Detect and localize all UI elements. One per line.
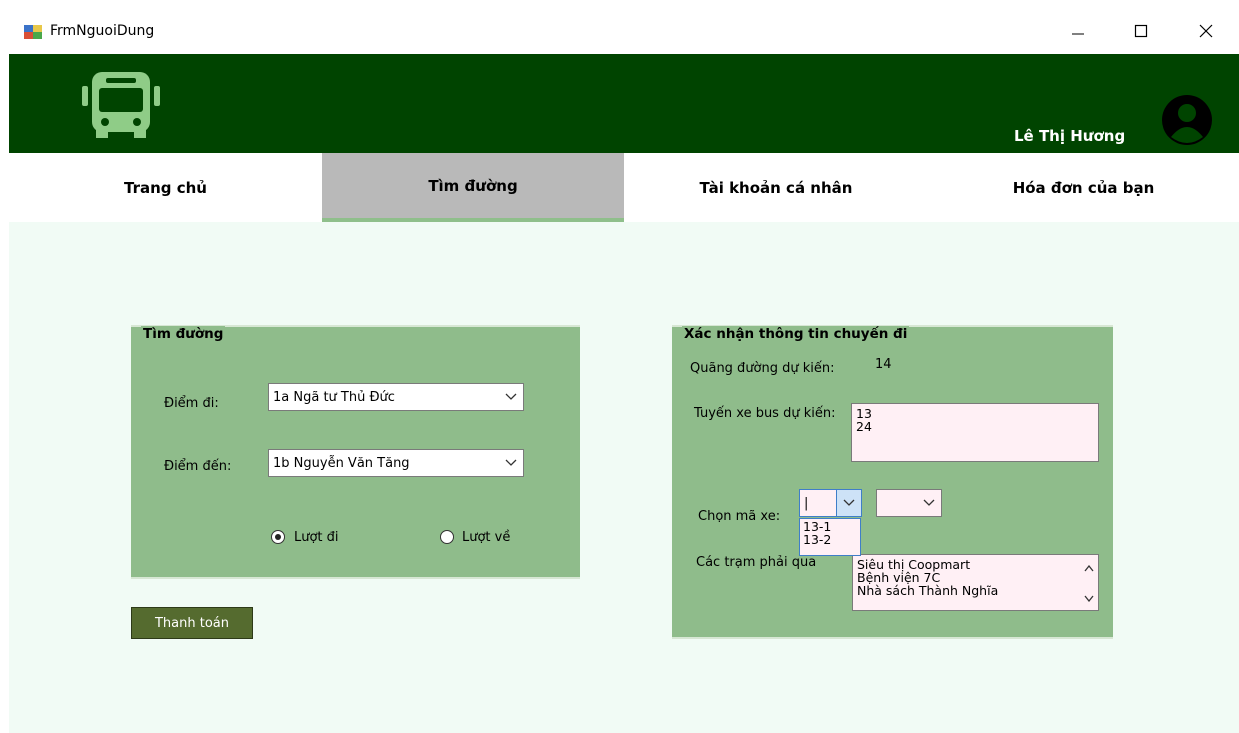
- avatar-icon[interactable]: [1160, 95, 1214, 145]
- user-name: Lê Thị Hương: [1014, 127, 1126, 145]
- bus-code-dropdown-button[interactable]: [836, 490, 861, 516]
- routes-label: Tuyến xe bus dự kiến:: [694, 406, 836, 421]
- search-group-title: Tìm đường: [141, 326, 226, 342]
- title-bar: [0, 0, 1239, 54]
- tab-account[interactable]: Tài khoản cá nhân: [624, 153, 928, 222]
- bus-icon: [82, 70, 160, 140]
- chevron-down-icon: [505, 393, 517, 400]
- list-item[interactable]: 13-2: [803, 533, 857, 546]
- outbound-radio[interactable]: [271, 530, 285, 544]
- bus-code-dropdown-list: 13-1 13-2: [799, 518, 861, 556]
- stations-scrollbar[interactable]: [1080, 555, 1098, 610]
- distance-value: 14: [875, 357, 892, 372]
- chevron-down-icon[interactable]: [1084, 595, 1094, 602]
- bus-code-select[interactable]: |: [799, 489, 862, 517]
- close-icon: [1199, 24, 1213, 38]
- from-select[interactable]: 1a Ngã tư Thủ Đức: [268, 383, 524, 411]
- maximize-button[interactable]: [1118, 12, 1164, 50]
- distance-label: Quãng đường dự kiến:: [690, 361, 835, 376]
- tab-find-route[interactable]: Tìm đường: [322, 153, 624, 222]
- stations-label: Các trạm phải qua: [696, 555, 817, 570]
- maximize-icon: [1134, 24, 1148, 38]
- stations-textbox[interactable]: Siêu thị Coopmart Bệnh viện 7C Nhà sách …: [852, 554, 1099, 611]
- return-label: Lượt về: [462, 530, 511, 545]
- return-radio[interactable]: [440, 530, 454, 544]
- pay-button[interactable]: Thanh toán: [131, 607, 253, 639]
- to-select[interactable]: 1b Nguyễn Văn Tăng: [268, 449, 524, 477]
- chevron-down-icon: [505, 459, 517, 466]
- to-label: Điểm đến:: [164, 459, 232, 474]
- trip-group-title: Xác nhận thông tin chuyến đi: [682, 326, 910, 342]
- minimize-button[interactable]: [1055, 12, 1101, 50]
- tab-invoices[interactable]: Hóa đơn của bạn: [928, 153, 1239, 222]
- close-button[interactable]: [1183, 12, 1229, 50]
- outbound-label: Lượt đi: [294, 530, 339, 545]
- window-title: FrmNguoiDung: [50, 23, 155, 39]
- bus-code-secondary-select[interactable]: [876, 489, 942, 517]
- chevron-down-icon: [923, 499, 935, 506]
- app-icon: [24, 24, 42, 40]
- chevron-up-icon[interactable]: [1084, 565, 1094, 572]
- routes-textbox[interactable]: 13 24: [851, 403, 1099, 462]
- chevron-down-icon: [843, 499, 855, 506]
- from-label: Điểm đi:: [164, 396, 219, 411]
- minimize-icon: [1072, 33, 1084, 35]
- bus-code-label: Chọn mã xe:: [698, 509, 781, 524]
- tab-home[interactable]: Trang chủ: [9, 153, 322, 222]
